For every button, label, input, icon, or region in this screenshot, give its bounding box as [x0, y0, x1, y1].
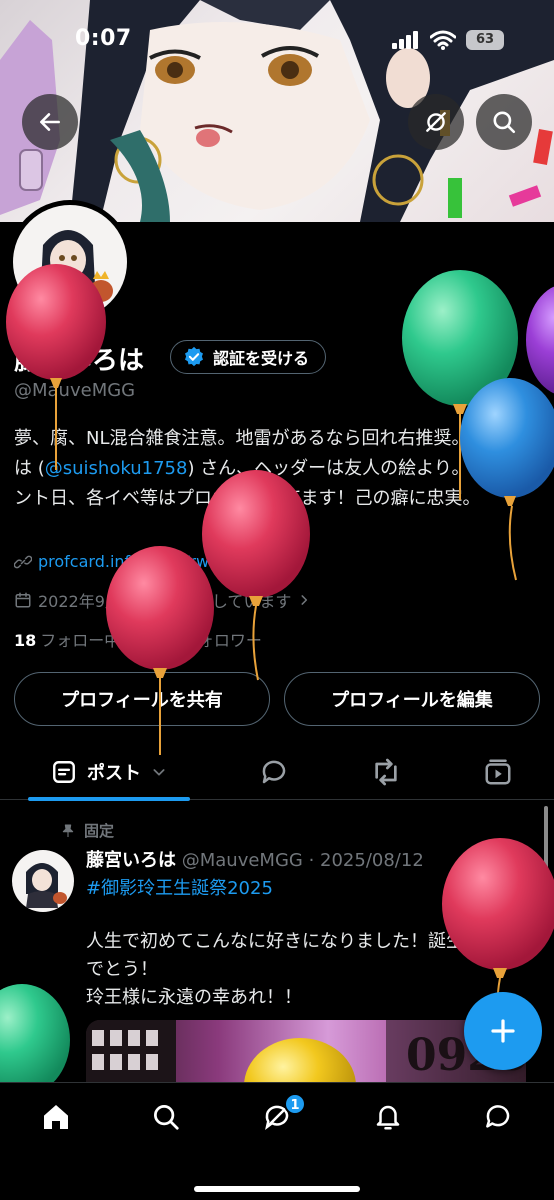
status-time: 0:07: [75, 26, 132, 51]
followers-label: フォロワー: [181, 631, 262, 650]
pin-icon: [62, 823, 74, 837]
nav-messages[interactable]: [478, 1097, 518, 1137]
followers-count: 515: [144, 631, 178, 650]
following-link[interactable]: 18 フォロー中: [14, 631, 120, 650]
post-author-name[interactable]: 藤宮いろは: [86, 850, 176, 871]
post-header: 藤宮いろは @MauveMGG · 2025/08/12: [86, 846, 424, 872]
search-icon: [493, 111, 516, 134]
verified-badge-icon: [185, 346, 203, 367]
post-media-image[interactable]: 0925: [86, 1020, 526, 1090]
arrow-left-icon: [40, 113, 60, 131]
edit-profile-button[interactable]: プロフィールを編集: [284, 672, 540, 726]
follow-stats: 18 フォロー中 515 フォロワー: [14, 627, 262, 651]
media-play-icon: [485, 759, 511, 785]
profile-link-row: profcard.info/u/AeFrw6FG1Df7...: [14, 552, 294, 571]
scrollbar[interactable]: [544, 806, 548, 876]
followers-link[interactable]: 515 フォロワー: [144, 631, 261, 650]
bell-icon: [376, 1105, 400, 1130]
plus-icon: [491, 1019, 515, 1043]
wifi-icon: [430, 30, 456, 50]
tab-reposts[interactable]: [360, 744, 412, 800]
get-verified-button[interactable]: 認証を受ける: [170, 340, 327, 374]
grok-icon: [426, 112, 446, 132]
share-profile-button[interactable]: プロフィールを共有: [14, 672, 270, 726]
active-tab-indicator: [28, 797, 190, 801]
post-text: 人生で初めてこんなに好きになりました！誕生日おめでとう！ 玲王様に永遠の幸あれ！…: [86, 928, 526, 1012]
chevron-right-icon: [301, 595, 308, 605]
status-icons: 63: [392, 30, 504, 50]
compose-button[interactable]: [464, 992, 542, 1070]
pinned-indicator: 固定: [60, 820, 114, 841]
balloon-purple-1: [526, 286, 554, 394]
repost-icon: [375, 758, 397, 786]
bio-mention-link[interactable]: @suishoku1758: [45, 458, 188, 479]
search-button[interactable]: [476, 94, 532, 150]
status-bar: 0:07 63: [0, 0, 554, 80]
tab-posts-label: ポスト: [87, 763, 141, 784]
following-count: 18: [14, 631, 37, 650]
profile-handle: @MauveMGG: [14, 380, 136, 401]
profile-name: 藤宮いろは: [14, 346, 145, 376]
post-line-1: 人生で初めてこんなに好きになりました！誕生日おめでとう！: [86, 931, 518, 980]
bottom-navigation: 1: [0, 1082, 554, 1200]
posts-icon: [53, 761, 75, 783]
chevron-down-icon: [153, 769, 165, 776]
profile-bio: 夢、腐、NL混合雑食注意。地雷があるなら回れ右推奨。アイコンは (@suisho…: [14, 424, 544, 514]
nav-notifications[interactable]: [368, 1097, 408, 1137]
post-hashtag[interactable]: #御影玲王生誕祭2025: [86, 874, 273, 900]
home-icon: [44, 1105, 68, 1129]
joined-date: 2022年9月からXを利用しています: [38, 592, 292, 611]
post-author-avatar[interactable]: [12, 850, 74, 912]
following-label: フォロー中: [40, 631, 121, 650]
link-icon: [14, 555, 32, 568]
home-indicator[interactable]: [194, 1186, 360, 1192]
search-icon: [154, 1105, 179, 1130]
nav-search[interactable]: [146, 1097, 186, 1137]
tab-replies[interactable]: [248, 744, 300, 800]
back-button[interactable]: [22, 94, 78, 150]
grok-button[interactable]: [408, 94, 464, 150]
post-meta: @MauveMGG · 2025/08/12: [181, 850, 424, 871]
notification-badge: 1: [284, 1093, 306, 1115]
speech-bubble-icon: [262, 760, 286, 784]
pinned-label: 固定: [84, 822, 115, 840]
message-icon: [486, 1105, 510, 1128]
tab-media[interactable]: [472, 744, 524, 800]
nav-home[interactable]: [36, 1097, 76, 1137]
profile-tabs: ポスト: [0, 744, 554, 801]
get-verified-label: 認証を受ける: [213, 349, 310, 368]
signal-icon: [392, 31, 418, 49]
balloon-green-2: [0, 984, 70, 1096]
profile-link[interactable]: profcard.info/u/AeFrw6FG1Df7...: [38, 552, 294, 571]
battery-indicator: 63: [466, 30, 504, 50]
post-line-2: 玲王様に永遠の幸あれ！！: [86, 987, 302, 1008]
calendar-icon: [15, 592, 31, 608]
joined-row[interactable]: 2022年9月からXを利用しています: [14, 588, 311, 612]
profile-avatar[interactable]: [8, 200, 132, 324]
tab-posts[interactable]: ポスト: [28, 744, 190, 800]
